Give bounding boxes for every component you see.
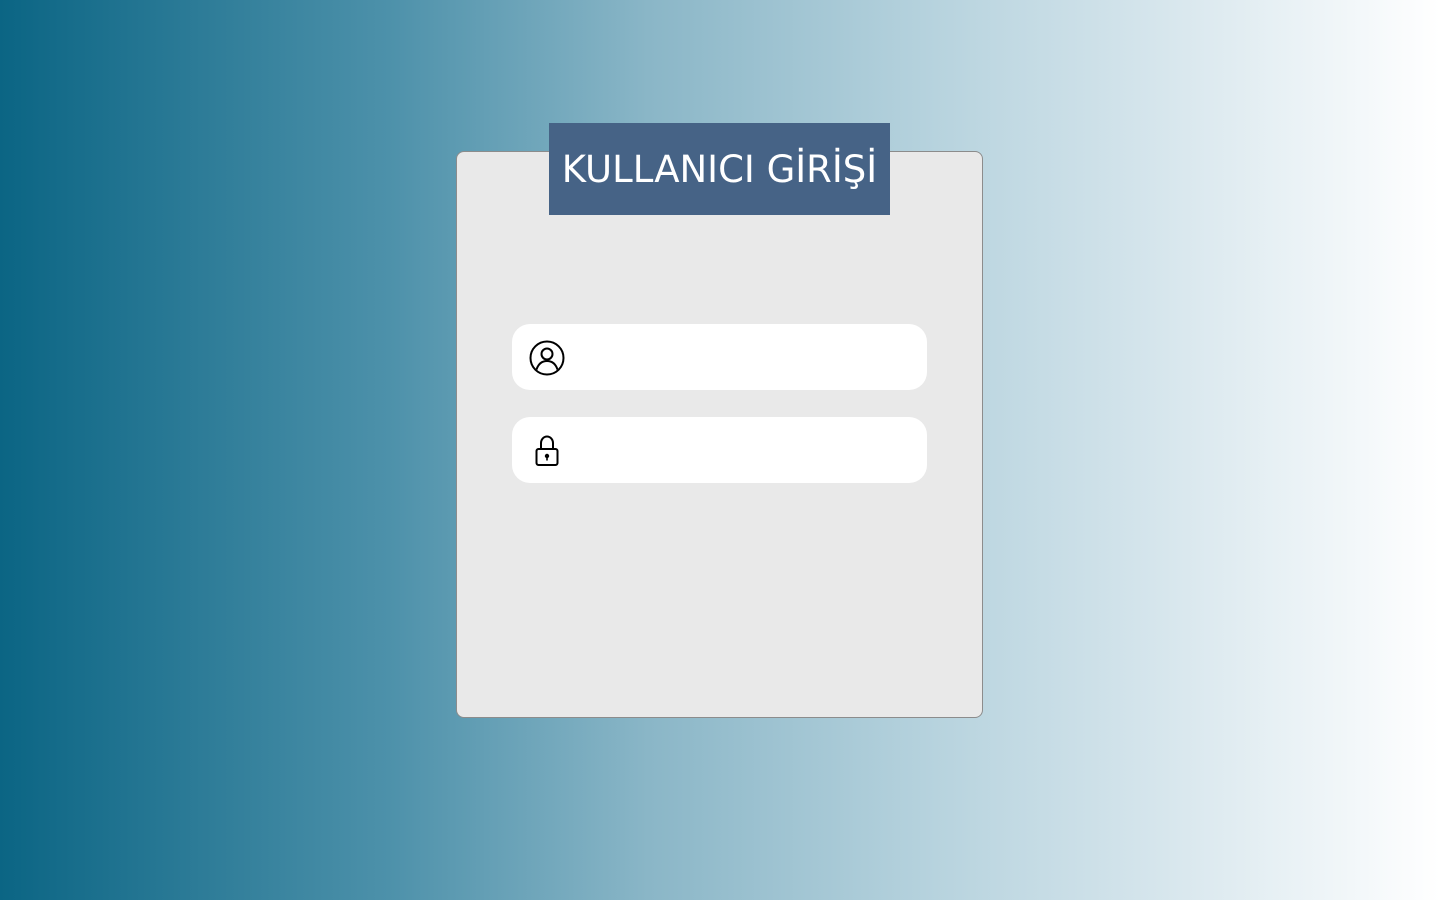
title-banner: KULLANICI GİRİŞİ	[549, 123, 890, 215]
page-title: KULLANICI GİRİŞİ	[561, 147, 878, 191]
user-circle-icon	[528, 339, 566, 377]
lock-icon	[528, 432, 566, 470]
username-input[interactable]	[578, 334, 912, 382]
password-field[interactable]	[512, 417, 927, 483]
password-input[interactable]	[578, 427, 912, 475]
username-field[interactable]	[512, 324, 927, 390]
